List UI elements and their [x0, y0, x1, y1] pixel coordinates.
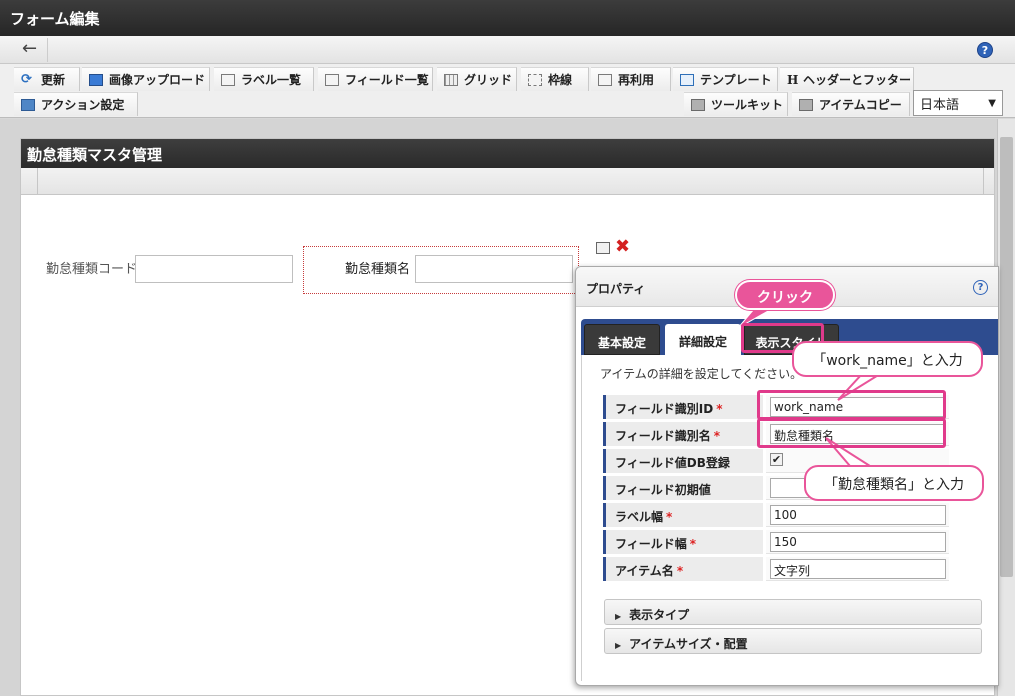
field-id-highlight-box — [757, 390, 946, 420]
click-callout: クリック — [735, 280, 835, 310]
field-name-highlight-box — [757, 418, 946, 448]
input-name-callout: 「勤怠種類名」と入力 — [804, 465, 984, 501]
input-id-callout: 「work_name」と入力 — [792, 341, 983, 377]
